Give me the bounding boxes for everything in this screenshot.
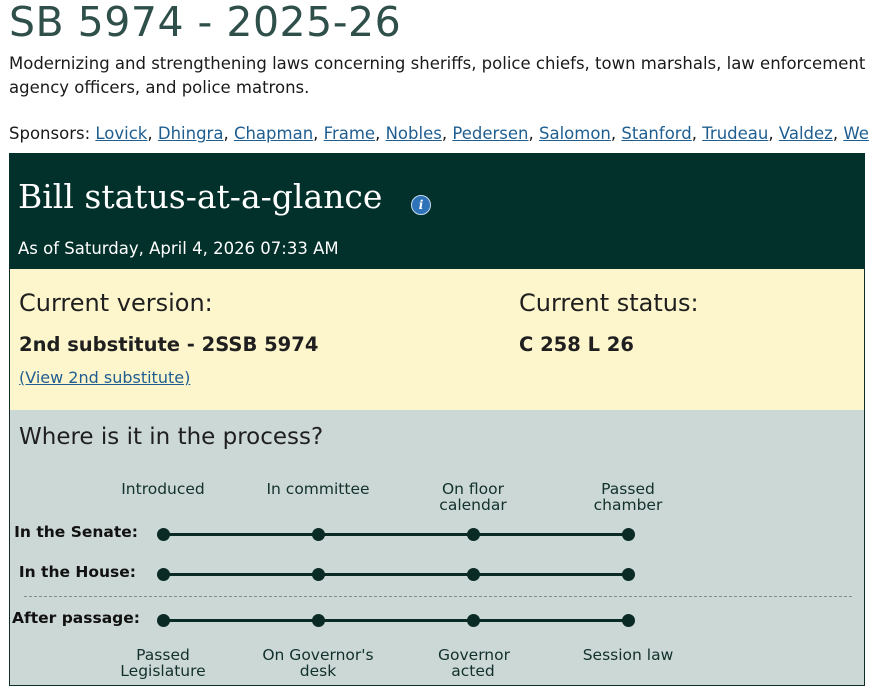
after-stage-label-3: Governor acted bbox=[438, 646, 510, 680]
after-stage-label-2: On Governor's desk bbox=[262, 646, 374, 680]
stage-label-1: Introduced bbox=[121, 480, 205, 498]
sponsor-separator: , bbox=[313, 124, 324, 143]
version-block: Current version: 2nd substitute - 2SSB 5… bbox=[10, 269, 864, 410]
row-label-3: After passage: bbox=[12, 609, 140, 627]
sponsors-label: Sponsors: bbox=[9, 124, 91, 143]
progress-track bbox=[163, 533, 628, 536]
sponsor-separator: , bbox=[375, 124, 386, 143]
sponsor-separator: , bbox=[610, 124, 622, 143]
process-heading: Where is it in the process? bbox=[19, 424, 324, 450]
view-version-link[interactable]: (View 2nd substitute) bbox=[19, 368, 190, 387]
current-status-value: C 258 L 26 bbox=[519, 333, 634, 356]
current-status-label: Current status: bbox=[519, 289, 699, 317]
status-panel: Bill status-at-a-glance i As of Saturday… bbox=[9, 153, 865, 686]
sponsor-link-lovick[interactable]: Lovick bbox=[95, 124, 147, 143]
stage-label-3: On floor calendar bbox=[439, 480, 507, 514]
sponsor-link-trudeau[interactable]: Trudeau bbox=[702, 124, 768, 143]
sponsor-separator: , bbox=[691, 124, 703, 143]
sponsor-separator: , bbox=[768, 124, 779, 143]
bill-description: Modernizing and strengthening laws conce… bbox=[9, 54, 866, 97]
sponsor-separator: , bbox=[528, 124, 539, 143]
stage-dot bbox=[312, 568, 325, 581]
section-divider bbox=[24, 596, 852, 597]
sponsor-separator: , bbox=[223, 124, 234, 143]
stage-dot bbox=[467, 568, 480, 581]
sponsors-line: Sponsors: Lovick, Dhingra, Chapman, Fram… bbox=[9, 124, 869, 143]
sponsor-list: Lovick, Dhingra, Chapman, Frame, Nobles,… bbox=[95, 124, 869, 143]
stage-dot bbox=[312, 614, 325, 627]
stage-dot bbox=[467, 614, 480, 627]
sponsor-link-nobles[interactable]: Nobles bbox=[386, 124, 442, 143]
stage-dot bbox=[622, 614, 635, 627]
sponsor-link-wellman[interactable]: Wellman bbox=[843, 124, 869, 143]
current-version-label: Current version: bbox=[19, 289, 213, 317]
stage-dot bbox=[157, 568, 170, 581]
stage-dot bbox=[312, 528, 325, 541]
progress-track bbox=[163, 573, 628, 576]
sponsor-link-chapman[interactable]: Chapman bbox=[234, 124, 313, 143]
info-icon[interactable]: i bbox=[411, 195, 431, 215]
status-heading: Bill status-at-a-glance bbox=[18, 177, 383, 216]
sponsor-separator: , bbox=[147, 124, 158, 143]
after-stage-label-4: Session law bbox=[582, 646, 674, 664]
stage-dot bbox=[157, 614, 170, 627]
sponsor-link-frame[interactable]: Frame bbox=[324, 124, 375, 143]
sponsor-separator: , bbox=[441, 124, 453, 143]
stage-dot bbox=[467, 528, 480, 541]
sponsor-link-dhingra[interactable]: Dhingra bbox=[158, 124, 224, 143]
row-label-2: In the House: bbox=[18, 563, 136, 581]
current-version-value: 2nd substitute - 2SSB 5974 bbox=[19, 333, 319, 356]
sponsor-link-salomon[interactable]: Salomon bbox=[539, 124, 611, 143]
stage-dot bbox=[622, 528, 635, 541]
stage-dot bbox=[157, 528, 170, 541]
process-block: Where is it in the process? Introduced In… bbox=[10, 410, 864, 685]
sponsor-link-stanford[interactable]: Stanford bbox=[621, 124, 691, 143]
sponsor-separator: , bbox=[832, 124, 844, 143]
sponsor-link-valdez[interactable]: Valdez bbox=[779, 124, 833, 143]
bill-title: SB 5974 - 2025-26 bbox=[9, 0, 402, 46]
stage-dot bbox=[622, 568, 635, 581]
row-label-1: In the Senate: bbox=[14, 523, 138, 541]
progress-track bbox=[163, 619, 628, 622]
as-of-timestamp: As of Saturday, April 4, 2026 07:33 AM bbox=[18, 239, 339, 258]
status-panel-header: Bill status-at-a-glance i As of Saturday… bbox=[9, 153, 865, 269]
sponsor-link-pedersen[interactable]: Pedersen bbox=[452, 124, 528, 143]
stage-label-4: Passed chamber bbox=[593, 480, 663, 514]
stage-label-2: In committee bbox=[266, 480, 370, 498]
after-stage-label-1: Passed Legislature bbox=[120, 646, 206, 680]
